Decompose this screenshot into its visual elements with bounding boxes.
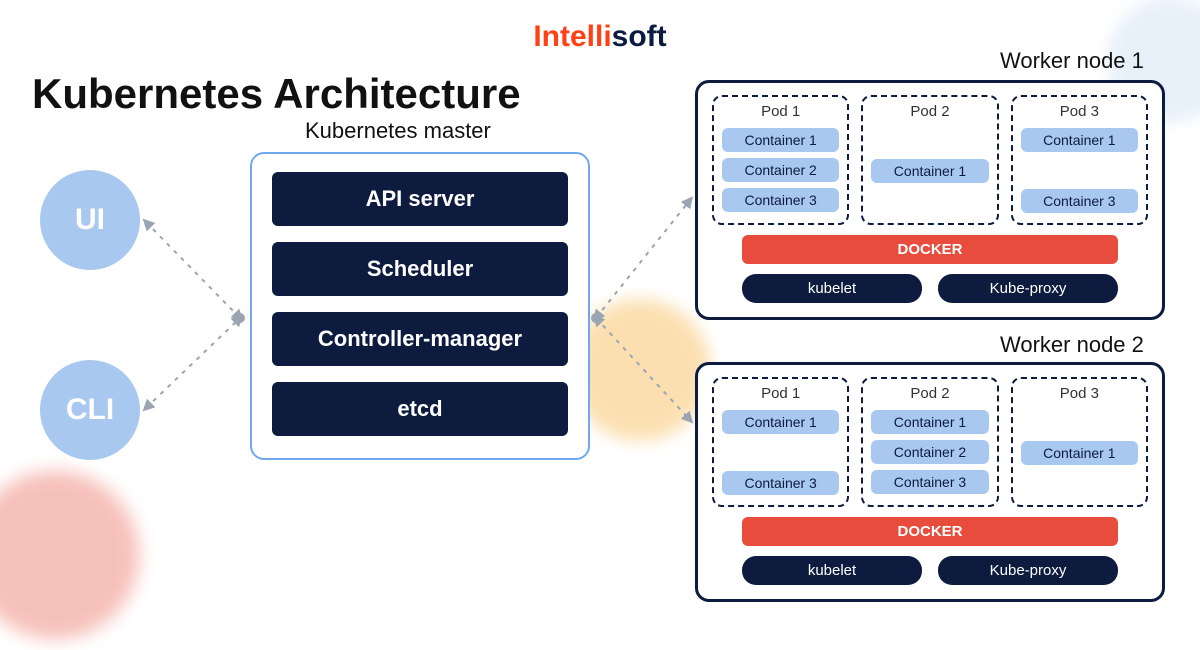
container-item: Container 3 [722, 188, 839, 212]
worker1-kubelet: kubelet [742, 274, 922, 303]
pod-title: Pod 2 [871, 103, 988, 120]
worker1-pod2: Pod 2 Container 1 [861, 95, 998, 225]
brand-logo-rest: soft [612, 20, 667, 53]
worker1-kubeproxy: Kube-proxy [938, 274, 1118, 303]
container-item: Container 3 [1021, 189, 1138, 213]
connector-ui-master [146, 222, 240, 318]
brand-logo-accent: Intelli [533, 20, 611, 53]
worker2-pod3: Pod 3 Container 1 [1011, 377, 1148, 507]
worker2-docker-bar: DOCKER [742, 517, 1118, 546]
container-item: Container 1 [722, 410, 839, 434]
container-item: Container 3 [722, 471, 839, 495]
master-item-etcd: etcd [272, 382, 568, 436]
container-item: Container 3 [871, 470, 988, 494]
worker2-box: Pod 1 Container 1 Container 3 Pod 2 Cont… [695, 362, 1165, 602]
worker2-label: Worker node 2 [1000, 332, 1144, 358]
container-item: Container 1 [722, 128, 839, 152]
worker2-pod2: Pod 2 Container 1 Container 2 Container … [861, 377, 998, 507]
worker1-services-row: kubelet Kube-proxy [742, 274, 1118, 303]
container-item: Container 1 [1021, 441, 1138, 465]
worker2-pod1: Pod 1 Container 1 Container 3 [712, 377, 849, 507]
container-item: Container 2 [871, 440, 988, 464]
worker2-pods-row: Pod 1 Container 1 Container 3 Pod 2 Cont… [712, 377, 1148, 507]
worker2-kubeproxy: Kube-proxy [938, 556, 1118, 585]
pod-title: Pod 2 [871, 385, 988, 402]
worker1-docker-bar: DOCKER [742, 235, 1118, 264]
junction-left [235, 313, 245, 323]
connector-master-worker1 [596, 200, 690, 318]
diagram-title: Kubernetes Architecture [32, 70, 521, 118]
client-ui-circle: UI [40, 170, 140, 270]
worker2-services-row: kubelet Kube-proxy [742, 556, 1118, 585]
worker1-label: Worker node 1 [1000, 48, 1144, 74]
master-item-api: API server [272, 172, 568, 226]
container-item: Container 1 [871, 159, 988, 183]
worker2-kubelet: kubelet [742, 556, 922, 585]
junction-right [591, 313, 601, 323]
client-cli-label: CLI [66, 393, 114, 427]
master-item-scheduler: Scheduler [272, 242, 568, 296]
connector-cli-master [146, 318, 240, 408]
client-cli-circle: CLI [40, 360, 140, 460]
container-item: Container 2 [722, 158, 839, 182]
master-label: Kubernetes master [305, 118, 491, 144]
pod-title: Pod 1 [722, 103, 839, 120]
pod-title: Pod 3 [1021, 385, 1138, 402]
container-item: Container 1 [871, 410, 988, 434]
client-ui-label: UI [75, 203, 105, 237]
worker1-pods-row: Pod 1 Container 1 Container 2 Container … [712, 95, 1148, 225]
worker1-box: Pod 1 Container 1 Container 2 Container … [695, 80, 1165, 320]
master-box: API server Scheduler Controller-manager … [250, 152, 590, 460]
worker1-pod3: Pod 3 Container 1 Container 3 [1011, 95, 1148, 225]
worker1-pod1: Pod 1 Container 1 Container 2 Container … [712, 95, 849, 225]
master-item-controller: Controller-manager [272, 312, 568, 366]
gear-decor-red [0, 460, 150, 650]
pod-title: Pod 3 [1021, 103, 1138, 120]
container-item: Container 1 [1021, 128, 1138, 152]
connector-master-worker2 [596, 318, 690, 420]
pod-title: Pod 1 [722, 385, 839, 402]
